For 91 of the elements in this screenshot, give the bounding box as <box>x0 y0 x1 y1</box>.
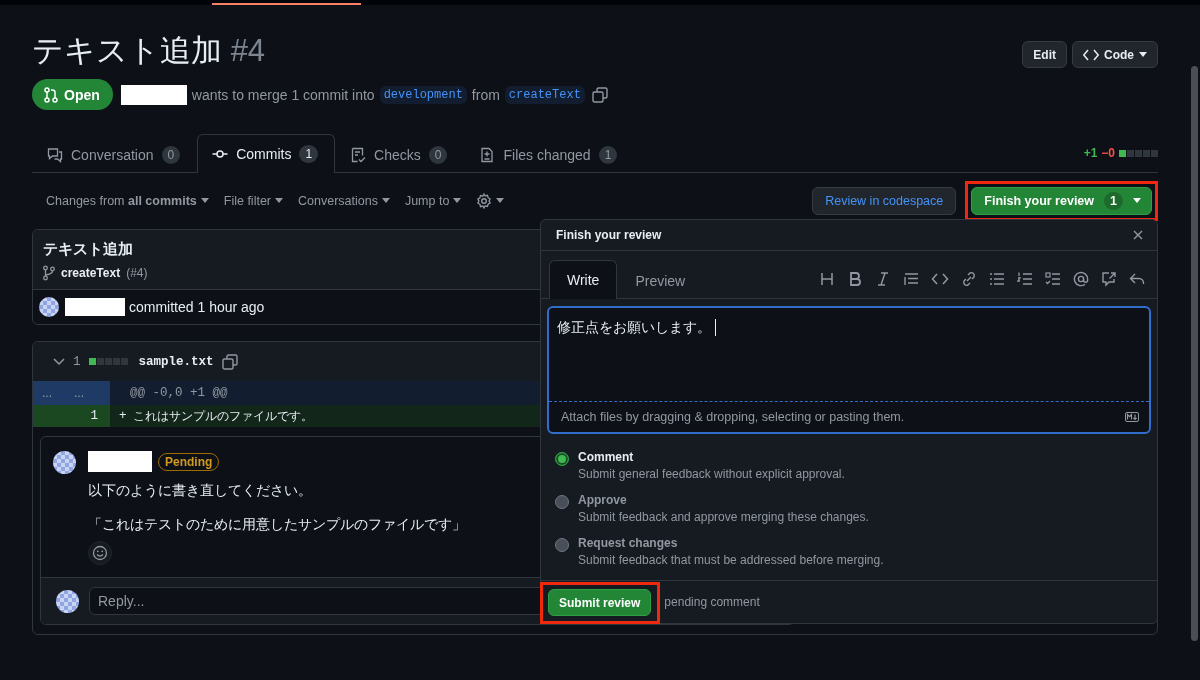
commit-title: テキスト追加 <box>43 239 134 259</box>
comment-paragraph: 「これはテストのために用意したサンプルのファイルです」 <box>88 515 466 533</box>
editor-tab[interactable]: Write <box>549 260 618 299</box>
quote-icon[interactable] <box>903 271 919 287</box>
option-description: Submit feedback that must be addressed before merging. <box>578 552 884 569</box>
pr-tab[interactable]: Commits 1 <box>197 134 336 173</box>
comment-paragraph: 以下のように書き直してください。 <box>88 481 312 499</box>
radio-button[interactable] <box>555 495 569 509</box>
additions-count: +1 <box>1083 146 1098 160</box>
review-in-codespace-button[interactable]: Review in codespace <box>812 186 957 215</box>
link-icon[interactable] <box>961 271 977 287</box>
avatar <box>56 589 79 613</box>
settings-dropdown[interactable] <box>476 192 505 209</box>
add-reaction-button[interactable] <box>88 541 112 565</box>
option-label: Request changes <box>578 535 679 552</box>
edit-button[interactable]: Edit <box>1022 41 1067 68</box>
avatar <box>39 297 59 317</box>
reference-icon[interactable] <box>1101 271 1117 287</box>
caret-icon <box>275 198 283 203</box>
caret-icon <box>496 198 505 203</box>
line-number: 1 <box>90 409 98 423</box>
commit-branch[interactable]: createText <box>61 266 121 280</box>
caret-icon <box>1133 198 1141 203</box>
merge-summary: wants to merge 1 commit into <box>191 86 375 103</box>
copy-icon[interactable] <box>221 353 238 370</box>
pr-tab[interactable]: Checks 0 <box>335 135 465 173</box>
bold-icon[interactable] <box>847 271 863 287</box>
pr-title: テキスト追加 #4 <box>32 32 266 70</box>
from-label: from <box>471 86 500 103</box>
redaction-block <box>88 451 152 472</box>
radio-button[interactable] <box>555 538 569 552</box>
commit-time: committed 1 hour ago <box>129 299 265 315</box>
numbered-list-icon[interactable] <box>1017 271 1033 287</box>
bullet-list-icon[interactable] <box>989 271 1005 287</box>
option-description: Submit feedback and approve merging these changes. <box>578 509 869 526</box>
filter-dropdown[interactable]: Jump to <box>404 193 462 208</box>
caret-icon <box>381 198 390 203</box>
caret-icon <box>1139 52 1147 57</box>
avatar <box>53 451 76 474</box>
filter-dropdown[interactable]: File filter <box>223 193 283 208</box>
code-button[interactable]: Code <box>1072 41 1158 68</box>
option-label: Approve <box>578 492 628 509</box>
redaction-block <box>65 298 125 316</box>
submit-review-button[interactable]: Submit review <box>548 589 652 616</box>
close-icon[interactable] <box>1133 230 1143 240</box>
code-icon[interactable] <box>931 271 949 287</box>
pr-reference: (#4) <box>126 266 148 280</box>
filter-dropdown[interactable]: Changes from all commits <box>46 193 209 208</box>
speech-bubbles-icon <box>47 146 63 163</box>
branch-icon <box>43 265 55 281</box>
file-diff-icon <box>479 146 496 163</box>
editor-tab[interactable]: Preview <box>617 261 704 299</box>
copy-icon[interactable] <box>591 86 608 103</box>
expand-up-button[interactable]: ... <box>42 386 52 400</box>
heading-icon[interactable] <box>819 271 835 287</box>
settings-icon <box>476 192 493 209</box>
hunk-header: @@ -0,0 +1 @@ <box>130 386 228 400</box>
finish-review-button[interactable]: Finish your review 1 <box>971 186 1152 215</box>
deletions-count: −0 <box>1101 146 1115 160</box>
mention-icon[interactable] <box>1073 271 1089 287</box>
comment-text: 修正点をお願いします。 <box>557 319 711 337</box>
code-line: これはサンプルのファイルです。 <box>132 407 313 425</box>
base-branch-link[interactable]: development <box>379 85 467 104</box>
checklist-icon <box>350 146 367 163</box>
pr-tab[interactable]: Files changed 1 <box>464 135 635 173</box>
diff-marker: + <box>119 409 127 423</box>
pr-tab[interactable]: Conversation 0 <box>32 135 198 173</box>
pending-count: pending comment <box>664 595 760 609</box>
markdown-icon <box>1125 412 1139 422</box>
caret-icon <box>453 198 462 203</box>
head-branch-link[interactable]: createText <box>504 85 585 104</box>
radio-button[interactable] <box>555 452 569 466</box>
option-description: Submit general feedback without explicit approval. <box>578 466 845 483</box>
scrollbar[interactable] <box>1191 66 1198 641</box>
popover-title: Finish your review <box>556 228 662 242</box>
attach-hint: Attach files by dragging & dropping, selecting or pasting them. <box>561 410 905 424</box>
open-state-badge: Open <box>32 79 113 110</box>
option-label: Comment <box>578 449 635 466</box>
expand-down-button[interactable]: ... <box>74 386 85 400</box>
text-cursor <box>715 319 716 336</box>
filter-dropdown[interactable]: Conversations <box>298 193 390 208</box>
code-icon <box>1083 48 1099 61</box>
task-list-icon[interactable] <box>1045 271 1061 287</box>
chevron-icon[interactable] <box>53 357 65 366</box>
caret-icon <box>200 198 209 203</box>
change-count: 1 <box>73 354 81 369</box>
reply-icon[interactable] <box>1129 271 1145 287</box>
redaction-block <box>120 84 187 105</box>
file-name[interactable]: sample.txt <box>138 354 214 369</box>
italic-icon[interactable] <box>875 271 891 287</box>
comment-editor[interactable]: 修正点をお願いします。 Attach files by dragging & dropping, selecting or pasting them. <box>547 306 1151 434</box>
